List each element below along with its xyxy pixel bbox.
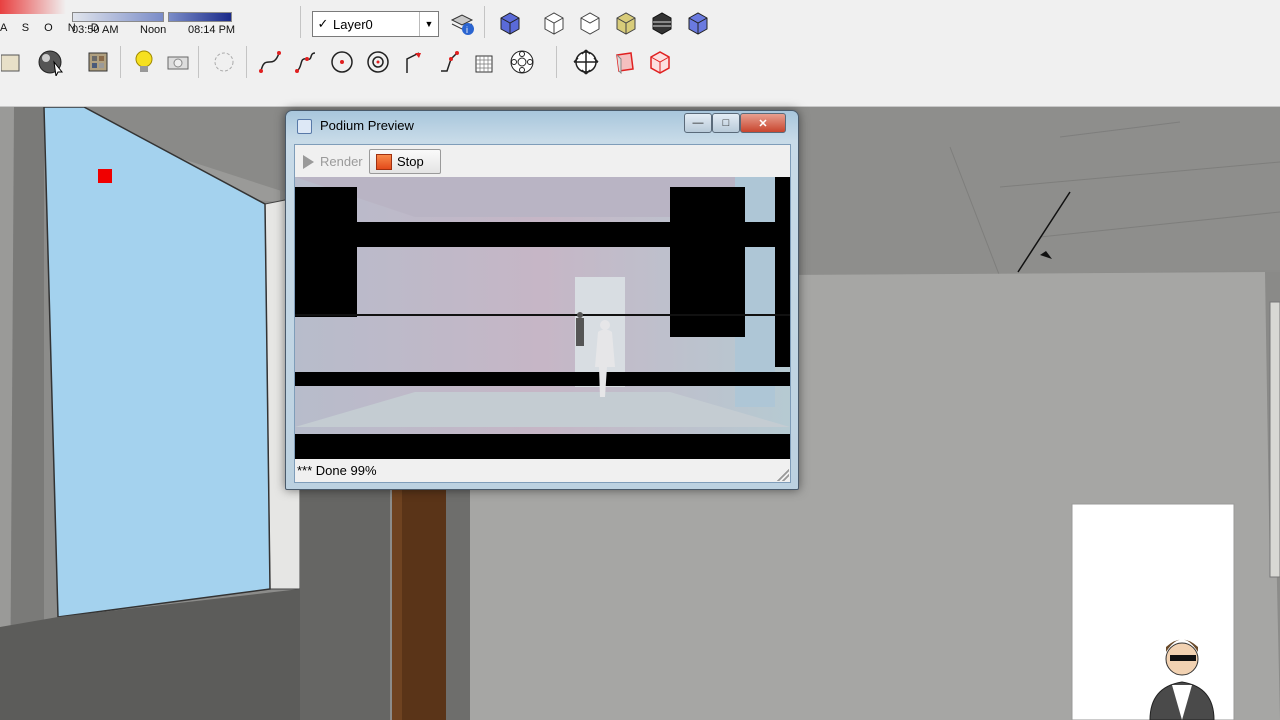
- time-start-label: 03:50 AM: [72, 24, 119, 36]
- window-title: Podium Preview: [320, 118, 414, 133]
- toolbar-separator: [120, 46, 121, 78]
- component-icon[interactable]: [508, 48, 536, 76]
- layer-manager-icon[interactable]: i: [448, 9, 476, 37]
- render-preview-image: [295, 177, 790, 459]
- toolbar-separator: [484, 6, 485, 38]
- left-view-icon[interactable]: [684, 9, 712, 37]
- toolbar-separator: [198, 46, 199, 78]
- spot-light-icon[interactable]: [210, 48, 238, 76]
- minimize-button[interactable]: —: [684, 113, 712, 133]
- podium-materials-icon[interactable]: [84, 48, 112, 76]
- render-label: Render: [320, 154, 363, 169]
- shadow-month-strip: [0, 0, 66, 14]
- toolbar-separator: [246, 46, 247, 78]
- front-view-icon[interactable]: [576, 9, 604, 37]
- pushpull-icon[interactable]: [436, 48, 464, 76]
- grid-icon[interactable]: [470, 48, 498, 76]
- circle-icon[interactable]: [328, 48, 356, 76]
- toolbar-separator: [556, 46, 557, 78]
- podium-sphere-icon[interactable]: [36, 48, 64, 76]
- shadow-time-slider-right[interactable]: [168, 12, 232, 22]
- layer-visible-check: ✓: [317, 16, 329, 31]
- time-end-label: 08:14 PM: [188, 24, 236, 36]
- stop-label: Stop: [397, 154, 424, 169]
- arc-icon[interactable]: [256, 48, 284, 76]
- layer-select[interactable]: ✓ Layer0 ▼: [312, 11, 439, 37]
- stop-button[interactable]: Stop: [369, 149, 441, 174]
- light-bulb-icon[interactable]: [130, 48, 158, 76]
- chevron-down-icon[interactable]: ▼: [419, 12, 438, 36]
- follow-me-icon[interactable]: [400, 48, 428, 76]
- materials-icon[interactable]: [0, 48, 28, 76]
- podium-app-icon: [297, 119, 312, 134]
- top-view-icon[interactable]: [540, 9, 568, 37]
- orbit-icon[interactable]: [572, 48, 600, 76]
- stop-icon: [376, 153, 392, 170]
- resize-grip-icon[interactable]: [777, 469, 789, 481]
- status-text: *** Done 99%: [297, 463, 377, 478]
- freehand-icon[interactable]: [292, 48, 320, 76]
- offset-icon[interactable]: [364, 48, 392, 76]
- render-button[interactable]: Render: [299, 149, 369, 174]
- close-button[interactable]: ✕: [740, 113, 786, 133]
- section-display-icon[interactable]: [646, 48, 674, 76]
- time-noon-label: Noon: [140, 24, 167, 36]
- maximize-button[interactable]: □: [712, 113, 740, 133]
- toolbar: A S O N D 03:50 AM Noon 08:14 PM ✓ Layer…: [0, 0, 1280, 107]
- section-plane-icon[interactable]: [610, 48, 638, 76]
- right-view-icon[interactable]: [612, 9, 640, 37]
- back-view-icon[interactable]: [648, 9, 676, 37]
- window-client: Render Stop *** Done 99%: [294, 144, 791, 483]
- omni-light-icon[interactable]: [164, 48, 192, 76]
- iso-view-icon[interactable]: [496, 9, 524, 37]
- play-icon: [303, 154, 314, 169]
- svg-text:i: i: [466, 25, 468, 35]
- toolbar-separator: [300, 6, 301, 38]
- layer-name: Layer0: [333, 16, 373, 32]
- shadow-time-slider-left[interactable]: [72, 12, 164, 22]
- window-titlebar[interactable]: Podium Preview — □ ✕: [286, 111, 798, 139]
- podium-preview-window[interactable]: Podium Preview — □ ✕ Render Stop *** Don…: [285, 110, 799, 490]
